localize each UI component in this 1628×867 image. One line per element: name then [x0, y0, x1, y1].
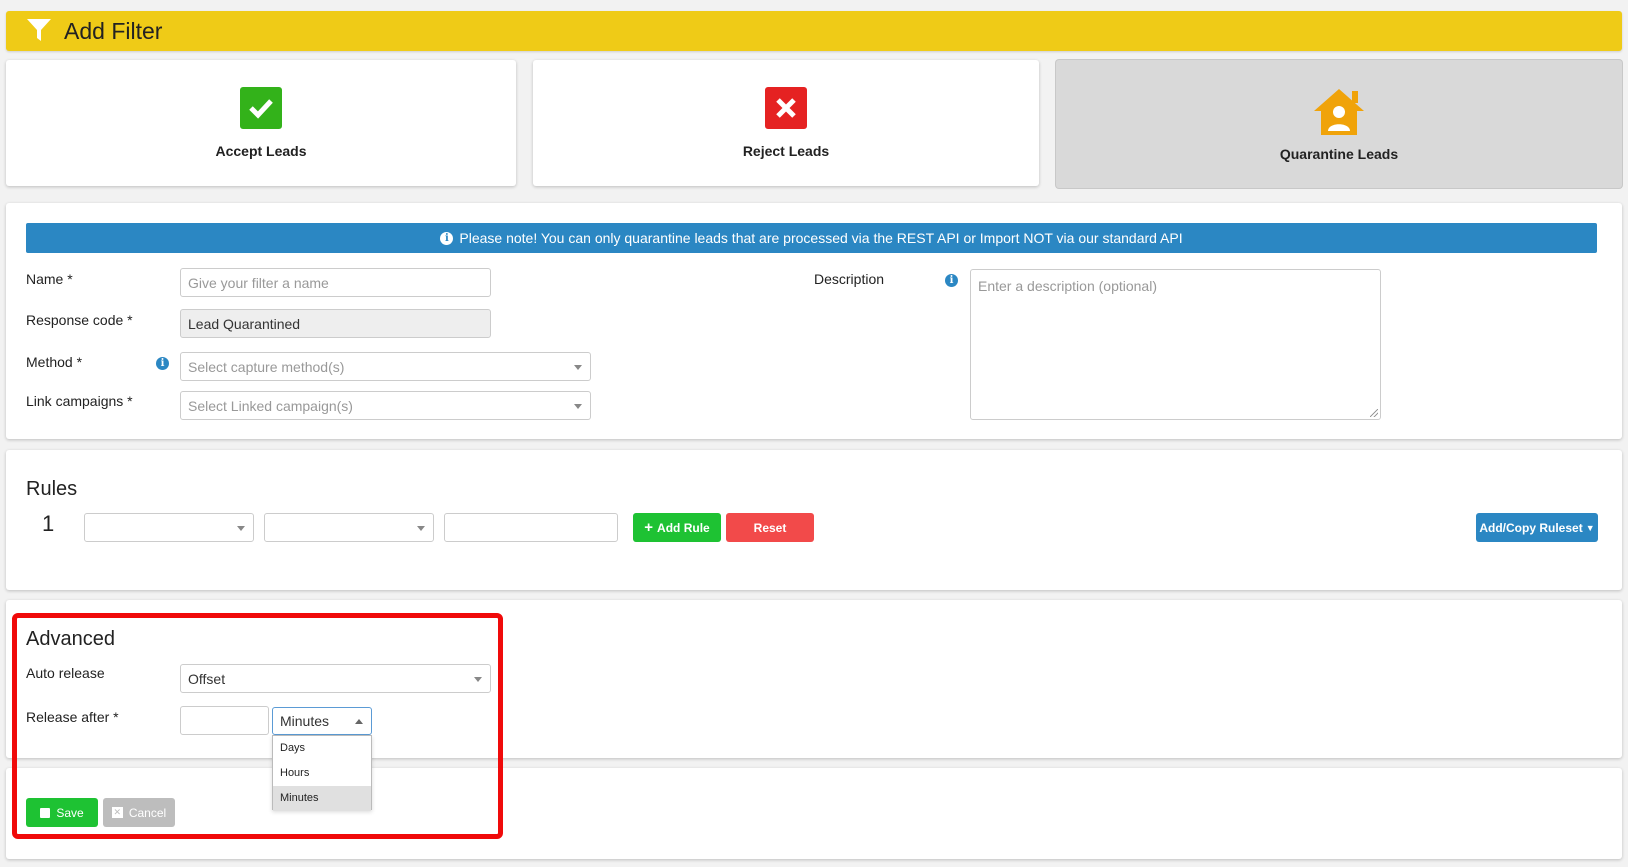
- link-campaigns-placeholder: Select Linked campaign(s): [188, 397, 353, 414]
- chevron-down-icon: [574, 365, 582, 370]
- cancel-button[interactable]: ✕ Cancel: [103, 798, 175, 827]
- link-campaigns-label: Link campaigns *: [26, 393, 133, 409]
- method-placeholder: Select capture method(s): [188, 358, 345, 375]
- description-info-icon[interactable]: i: [945, 274, 958, 287]
- chevron-up-icon: [355, 719, 363, 724]
- description-label: Description: [814, 271, 885, 287]
- add-rule-label: Add Rule: [657, 520, 710, 535]
- advanced-title: Advanced: [26, 628, 115, 650]
- chevron-down-icon: [417, 526, 425, 531]
- method-label: Method *: [26, 354, 83, 370]
- quarantine-leads-label: Quarantine Leads: [1279, 145, 1399, 162]
- description-textarea[interactable]: Enter a description (optional): [970, 269, 1381, 420]
- unit-option-hours[interactable]: Hours: [273, 761, 371, 786]
- release-unit-select[interactable]: Minutes: [272, 707, 372, 735]
- response-code-label: Response code *: [26, 312, 133, 328]
- add-rule-button[interactable]: + Add Rule: [633, 513, 721, 542]
- unit-option-days[interactable]: Days: [273, 736, 371, 761]
- release-unit-dropdown: Days Hours Minutes: [272, 735, 372, 811]
- chevron-down-icon: [474, 677, 482, 682]
- cancel-label: Cancel: [128, 805, 167, 820]
- chevron-down-icon: ▼: [1585, 522, 1595, 533]
- filter-icon: [26, 17, 52, 46]
- actions-card: [6, 768, 1622, 859]
- rule-operator-select[interactable]: [264, 513, 434, 542]
- reset-button[interactable]: Reset: [726, 513, 814, 542]
- reject-leads-card[interactable]: Reject Leads: [533, 60, 1039, 186]
- notice-text: Please note! You can only quarantine lea…: [459, 230, 1183, 246]
- plus-icon: +: [644, 519, 654, 536]
- description-placeholder: Enter a description (optional): [978, 278, 1157, 294]
- save-label: Save: [56, 805, 84, 820]
- release-after-input[interactable]: [180, 706, 269, 735]
- auto-release-value: Offset: [188, 670, 226, 687]
- check-icon: [240, 87, 282, 129]
- resize-handle-icon[interactable]: [1370, 409, 1378, 417]
- unit-option-minutes[interactable]: Minutes: [273, 786, 371, 811]
- add-copy-ruleset-label: Add/Copy Ruleset: [1479, 520, 1583, 535]
- release-unit-value: Minutes: [280, 713, 330, 729]
- chevron-down-icon: [237, 526, 245, 531]
- name-input[interactable]: Give your filter a name: [180, 268, 491, 297]
- chevron-down-icon: [574, 404, 582, 409]
- save-button[interactable]: Save: [26, 798, 98, 827]
- method-select[interactable]: Select capture method(s): [180, 352, 591, 381]
- name-label: Name *: [26, 271, 73, 287]
- response-code-value: Lead Quarantined: [188, 315, 301, 332]
- info-icon: i: [440, 231, 454, 245]
- add-copy-ruleset-button[interactable]: Add/Copy Ruleset ▼: [1476, 513, 1598, 542]
- rule-number: 1: [42, 511, 55, 536]
- close-icon: [765, 87, 807, 129]
- accept-leads-label: Accept Leads: [215, 143, 307, 159]
- house-user-icon: [1312, 87, 1366, 140]
- link-campaigns-select[interactable]: Select Linked campaign(s): [180, 391, 591, 420]
- name-placeholder: Give your filter a name: [188, 274, 329, 291]
- rules-title: Rules: [26, 478, 78, 500]
- response-code-field: Lead Quarantined: [180, 309, 491, 338]
- reset-label: Reset: [753, 520, 787, 535]
- page-header: Add Filter: [6, 11, 1622, 51]
- rule-value-input[interactable]: [444, 513, 618, 542]
- quarantine-notice: i Please note! You can only quarantine l…: [26, 223, 1597, 253]
- rule-field-select[interactable]: [84, 513, 254, 542]
- quarantine-leads-card[interactable]: Quarantine Leads: [1056, 60, 1622, 188]
- page-title: Add Filter: [64, 17, 163, 44]
- auto-release-label: Auto release: [26, 665, 105, 681]
- release-after-label: Release after *: [26, 709, 119, 725]
- reject-leads-label: Reject Leads: [742, 143, 830, 159]
- method-info-icon[interactable]: i: [156, 357, 169, 370]
- save-icon: [40, 807, 51, 818]
- auto-release-select[interactable]: Offset: [180, 664, 491, 693]
- close-icon: ✕: [111, 807, 123, 818]
- accept-leads-card[interactable]: Accept Leads: [6, 60, 516, 186]
